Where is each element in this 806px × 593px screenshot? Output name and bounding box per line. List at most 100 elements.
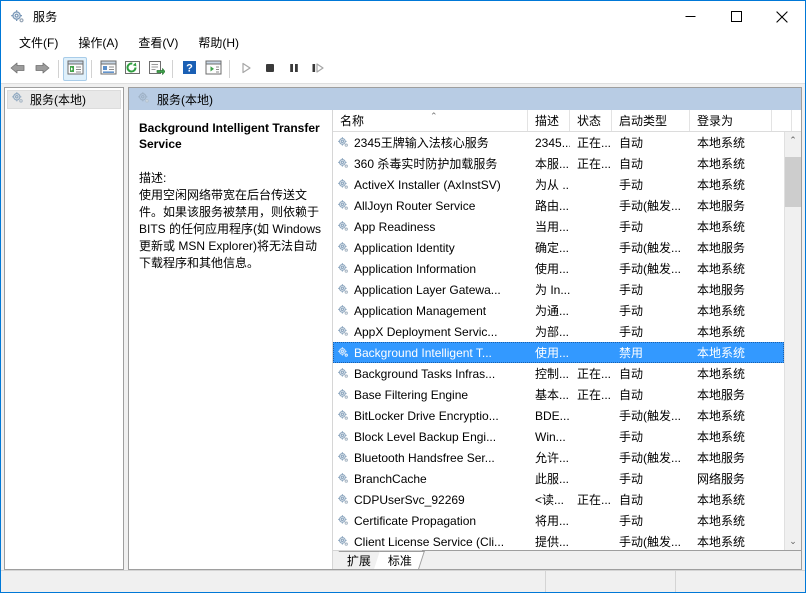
vertical-scrollbar[interactable]: ⌃ ⌄: [784, 132, 801, 550]
maximize-button[interactable]: [713, 1, 759, 32]
cell-name: ActiveX Installer (AxInstSV): [333, 178, 528, 192]
scroll-down-button[interactable]: ⌄: [785, 533, 801, 550]
cell-description: 为从 ...: [528, 176, 570, 193]
service-gear-icon: [337, 325, 350, 338]
toolbar-restart-service[interactable]: [306, 57, 330, 81]
column-log-on-as[interactable]: 登录为: [690, 110, 772, 131]
scrollbar-track[interactable]: [785, 149, 801, 533]
service-name-label: Application Identity: [354, 241, 455, 255]
service-gear-icon: [337, 346, 350, 359]
table-row[interactable]: Application Information使用...手动(触发...本地系统: [333, 258, 784, 279]
table-row[interactable]: CDPUserSvc_92269<读...正在...自动本地系统: [333, 489, 784, 510]
table-row[interactable]: Background Tasks Infras...控制...正在...自动本地…: [333, 363, 784, 384]
table-row[interactable]: Client License Service (Cli...提供...手动(触发…: [333, 531, 784, 550]
services-gear-icon: [11, 91, 25, 108]
list-body: 2345王牌输入法核心服务2345...正在...自动本地系统360 杀毒实时防…: [333, 132, 801, 550]
table-row[interactable]: ActiveX Installer (AxInstSV)为从 ...手动本地系统: [333, 174, 784, 195]
cell-startup-type: 手动(触发...: [612, 533, 690, 550]
tab-extended-label: 扩展: [347, 552, 371, 569]
table-row[interactable]: Block Level Backup Engi...Win...手动本地系统: [333, 426, 784, 447]
menu-help[interactable]: 帮助(H): [188, 32, 249, 54]
cell-status: 正在...: [570, 365, 612, 382]
toolbar-forward[interactable]: [30, 57, 54, 81]
table-row[interactable]: App Readiness当用...手动本地系统: [333, 216, 784, 237]
cell-log-on-as: 本地系统: [690, 491, 772, 508]
tree-node-services-local[interactable]: 服务(本地): [7, 90, 121, 109]
service-name-label: Application Information: [354, 262, 476, 276]
menu-file[interactable]: 文件(F): [9, 32, 68, 54]
console-tree-pane: 服务(本地): [4, 87, 124, 570]
toolbar-properties[interactable]: [96, 57, 120, 81]
column-startup-type[interactable]: 启动类型: [612, 110, 690, 131]
table-row[interactable]: 360 杀毒实时防护加载服务本服...正在...自动本地系统: [333, 153, 784, 174]
scroll-up-button[interactable]: ⌃: [785, 132, 801, 149]
menu-view[interactable]: 查看(V): [128, 32, 188, 54]
service-detail-panel: Background Intelligent Transfer Service …: [129, 110, 332, 569]
service-name-label: Application Management: [354, 304, 486, 318]
cell-description: 为通...: [528, 302, 570, 319]
services-gear-icon: [10, 9, 26, 25]
toolbar-stop-service[interactable]: [258, 57, 282, 81]
table-row[interactable]: Certificate Propagation将用...手动本地系统: [333, 510, 784, 531]
column-name[interactable]: 名称⌃: [333, 110, 528, 131]
toolbar-export-list[interactable]: [144, 57, 168, 81]
cell-name: Application Information: [333, 262, 528, 276]
cell-startup-type: 自动: [612, 491, 690, 508]
cell-description: 本服...: [528, 155, 570, 172]
cell-name: AppX Deployment Servic...: [333, 325, 528, 339]
scrollbar-thumb[interactable]: [785, 157, 801, 207]
toolbar-help[interactable]: ?: [177, 57, 201, 81]
cell-log-on-as: 本地服务: [690, 197, 772, 214]
cell-status: 正在...: [570, 491, 612, 508]
table-row[interactable]: Application Layer Gatewa...为 In...手动本地服务: [333, 279, 784, 300]
column-description[interactable]: 描述: [528, 110, 570, 131]
results-pane: 服务(本地) Background Intelligent Transfer S…: [128, 87, 802, 570]
tab-standard[interactable]: 标准: [374, 551, 425, 569]
toolbar-separator: [58, 60, 59, 78]
cell-description: Win...: [528, 430, 570, 444]
table-row[interactable]: AllJoyn Router Service路由...手动(触发...本地服务: [333, 195, 784, 216]
toolbar-start-service[interactable]: [234, 57, 258, 81]
table-row[interactable]: Background Intelligent T...使用...禁用本地系统: [333, 342, 784, 363]
table-row[interactable]: Application Identity确定...手动(触发...本地服务: [333, 237, 784, 258]
cell-log-on-as: 本地系统: [690, 218, 772, 235]
toolbar-refresh[interactable]: [120, 57, 144, 81]
menu-bar: 文件(F) 操作(A) 查看(V) 帮助(H): [1, 32, 805, 55]
toolbar-show-action-pane[interactable]: [201, 57, 225, 81]
toolbar-show-hide-console-tree[interactable]: [63, 57, 87, 81]
table-row[interactable]: Bluetooth Handsfree Ser...允许...手动(触发...本…: [333, 447, 784, 468]
cell-name: Application Identity: [333, 241, 528, 255]
cell-startup-type: 手动: [612, 428, 690, 445]
forward-arrow-icon: [33, 61, 51, 78]
cell-log-on-as: 本地系统: [690, 407, 772, 424]
column-spacer[interactable]: [772, 110, 792, 131]
toolbar-pause-service[interactable]: [282, 57, 306, 81]
table-row[interactable]: AppX Deployment Servic...为部...手动本地系统: [333, 321, 784, 342]
main-body: 服务(本地): [1, 84, 805, 570]
service-name-label: Bluetooth Handsfree Ser...: [354, 451, 495, 465]
caption-buttons: [667, 1, 805, 32]
table-row[interactable]: BranchCache此服...手动网络服务: [333, 468, 784, 489]
service-gear-icon: [337, 220, 350, 233]
menu-action[interactable]: 操作(A): [68, 32, 128, 54]
status-bar-segment-2: [545, 571, 675, 592]
start-service-icon: [239, 61, 253, 78]
properties-icon: [100, 60, 117, 78]
toolbar-back[interactable]: [6, 57, 30, 81]
show-action-pane-icon: [205, 60, 222, 78]
service-name-label: 2345王牌输入法核心服务: [354, 134, 489, 151]
cell-description: 为部...: [528, 323, 570, 340]
cell-status: 正在...: [570, 134, 612, 151]
table-row[interactable]: 2345王牌输入法核心服务2345...正在...自动本地系统: [333, 132, 784, 153]
results-pane-content: Background Intelligent Transfer Service …: [129, 110, 801, 569]
cell-description: 提供...: [528, 533, 570, 550]
column-status[interactable]: 状态: [570, 110, 612, 131]
minimize-button[interactable]: [667, 1, 713, 32]
table-row[interactable]: Base Filtering Engine基本...正在...自动本地服务: [333, 384, 784, 405]
status-bar: [1, 570, 805, 592]
table-row[interactable]: BitLocker Drive Encryptio...BDE...手动(触发.…: [333, 405, 784, 426]
close-button[interactable]: [759, 1, 805, 32]
service-name-label: Base Filtering Engine: [354, 388, 468, 402]
table-row[interactable]: Application Management为通...手动本地系统: [333, 300, 784, 321]
service-gear-icon: [337, 493, 350, 506]
